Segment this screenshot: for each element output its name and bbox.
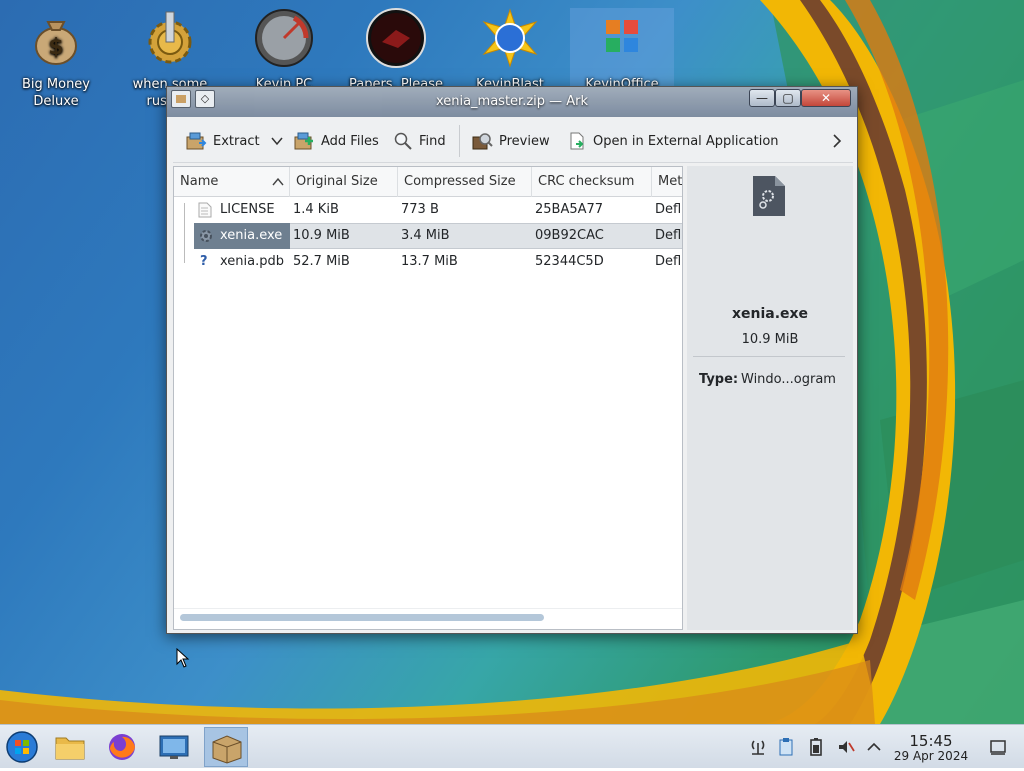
chevron-up-icon[interactable] — [864, 737, 884, 757]
preview-button[interactable]: Preview — [471, 129, 550, 153]
column-header-crc[interactable]: CRC checksum — [532, 167, 652, 197]
start-button[interactable] — [0, 727, 44, 767]
file-crc: 09B92CAC — [535, 228, 604, 243]
desktop-icon-papers-please[interactable]: Papers, Please — [344, 8, 448, 93]
file-compressed-size: 13.7 MiB — [401, 254, 458, 269]
file-compressed-size: 3.4 MiB — [401, 228, 450, 243]
info-file-name: xenia.exe — [731, 306, 809, 322]
ark-window: ◇ xenia_master.zip — Ark — ▢ ✕ Extract A… — [166, 86, 858, 634]
speedometer-icon — [254, 8, 314, 68]
office-logo-icon — [592, 8, 652, 68]
file-method: Defla — [655, 254, 682, 269]
add-files-icon — [294, 132, 313, 150]
column-header-compressed-size[interactable]: Compressed Size — [398, 167, 532, 197]
taskbar-firefox[interactable] — [100, 727, 144, 767]
list-header: Name Original Size Compressed Size CRC c… — [174, 167, 682, 197]
taskbar-file-manager[interactable] — [48, 727, 92, 767]
file-name: LICENSE — [220, 202, 275, 217]
folder-icon — [55, 737, 85, 760]
file-method: Defla — [655, 202, 682, 217]
toolbar-overflow-button[interactable] — [831, 129, 843, 153]
file-method: Defla — [655, 228, 682, 243]
file-name: xenia.pdb — [220, 254, 284, 269]
taskbar: 15:45 29 Apr 2024 — [0, 724, 1024, 768]
archive-box-icon — [212, 735, 242, 764]
info-type-label: Type: — [699, 372, 739, 387]
preview-icon — [472, 133, 493, 150]
info-panel: xenia.exe 10.9 MiB Type: Windo...ogram — [687, 166, 853, 630]
horizontal-scrollbar-thumb[interactable] — [180, 614, 544, 621]
table-row[interactable]: xenia.exe 10.9 MiB 3.4 MiB 09B92CAC Defl… — [174, 223, 682, 249]
show-desktop-icon[interactable] — [988, 737, 1008, 757]
extract-button[interactable]: Extract — [185, 129, 260, 153]
money-bag-icon: $ — [26, 8, 86, 68]
sort-ascending-icon — [272, 178, 284, 186]
file-name: xenia.exe — [220, 228, 283, 243]
open-external-button[interactable]: Open in External Application — [567, 129, 779, 153]
desktop-icon-big-money[interactable]: $ Big Money Deluxe — [4, 8, 108, 110]
add-files-button[interactable]: Add Files — [293, 129, 379, 153]
taskbar-remote-desktop[interactable] — [152, 727, 196, 767]
open-external-icon — [570, 132, 584, 150]
close-button[interactable]: ✕ — [801, 89, 851, 107]
table-row[interactable]: LICENSE 1.4 KiB 773 B 25BA5A77 Defla — [174, 197, 682, 223]
file-original-size: 10.9 MiB — [293, 228, 350, 243]
column-header-method[interactable]: Meth — [652, 167, 682, 197]
executable-icon — [200, 230, 212, 242]
taskbar-ark[interactable] — [204, 727, 248, 767]
find-button[interactable]: Find — [393, 129, 446, 153]
file-original-size: 52.7 MiB — [293, 254, 350, 269]
desktop-icon-label: Big Money Deluxe — [21, 77, 90, 109]
minimize-button[interactable]: — — [749, 89, 775, 107]
table-row[interactable]: ? xenia.pdb 52.7 MiB 13.7 MiB 52344C5D D… — [174, 249, 682, 275]
clock-date[interactable]: 29 Apr 2024 — [890, 749, 972, 763]
volume-muted-icon[interactable] — [836, 737, 856, 757]
gear-icon — [140, 8, 200, 68]
title-bar[interactable]: ◇ xenia_master.zip — Ark — ▢ ✕ — [167, 87, 857, 117]
unknown-file-icon: ? — [200, 254, 208, 269]
maximize-button[interactable]: ▢ — [775, 89, 801, 107]
file-compressed-size: 773 B — [401, 202, 439, 217]
info-type-value: Windo...ogram — [741, 372, 836, 387]
clock-time[interactable]: 15:45 — [894, 732, 968, 750]
toolbar: Extract Add Files Find Preview Open in E… — [173, 119, 853, 163]
papers-please-icon — [366, 8, 426, 68]
file-original-size: 1.4 KiB — [293, 202, 339, 217]
column-header-name[interactable]: Name — [174, 167, 290, 197]
monitor-icon — [159, 735, 189, 759]
network-icon[interactable] — [748, 737, 768, 757]
file-list[interactable]: Name Original Size Compressed Size CRC c… — [173, 166, 683, 630]
burst-disc-icon — [480, 8, 540, 68]
extract-dropdown-button[interactable] — [271, 129, 283, 153]
start-orb-icon — [6, 731, 38, 763]
info-file-size: 10.9 MiB — [741, 332, 799, 347]
extract-icon — [186, 132, 207, 150]
column-header-original-size[interactable]: Original Size — [290, 167, 398, 197]
clipboard-icon[interactable] — [776, 737, 796, 757]
chevron-down-icon — [271, 137, 283, 146]
file-crc: 25BA5A77 — [535, 202, 604, 217]
executable-icon — [753, 176, 785, 216]
firefox-icon — [109, 734, 135, 760]
mouse-cursor-icon — [176, 648, 190, 668]
search-icon — [394, 132, 412, 150]
svg-text:$: $ — [48, 35, 63, 60]
desktop-icon-kevinoffice[interactable]: KevinOffice 2009 — [570, 8, 674, 109]
desktop-icon-kevinblast[interactable]: KevinBlast — [458, 8, 562, 93]
file-crc: 52344C5D — [535, 254, 604, 269]
info-divider — [693, 356, 845, 357]
battery-icon[interactable] — [806, 737, 826, 757]
toolbar-separator — [459, 125, 460, 157]
text-file-icon — [198, 202, 212, 218]
chevron-right-icon — [833, 134, 842, 148]
